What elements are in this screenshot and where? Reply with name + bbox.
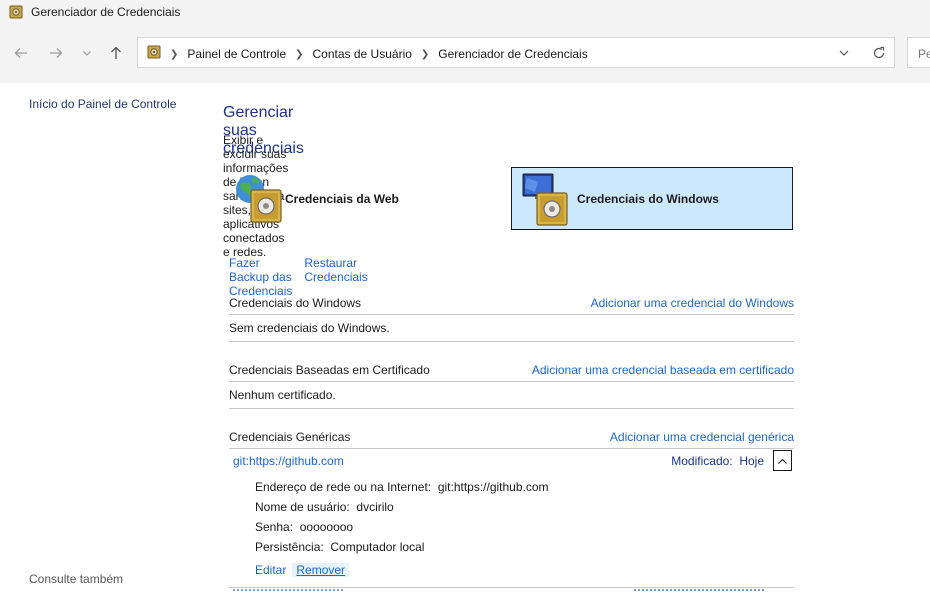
chevron-down-icon [839, 50, 849, 56]
breadcrumb: ❯ Painel de Controle ❯ Contas de Usuário… [170, 47, 588, 61]
remove-link[interactable]: Remover [292, 563, 350, 577]
left-pane: Início do Painel de Controle Consulte ta… [0, 83, 200, 595]
add-generic-credential-link[interactable]: Adicionar uma credencial genérica [610, 430, 794, 444]
windows-credentials-button[interactable]: Credenciais do Windows [511, 167, 793, 230]
title-bar: Gerenciador de Credenciais [0, 0, 930, 24]
add-windows-credential-link[interactable]: Adicionar uma credencial do Windows [591, 296, 794, 310]
refresh-icon [873, 46, 885, 59]
breadcrumb-item[interactable]: Painel de Controle [187, 47, 286, 61]
section-body: Sem credenciais do Windows. [229, 315, 794, 342]
breadcrumb-separator-icon[interactable]: ❯ [295, 49, 303, 60]
control-panel-icon [147, 45, 161, 62]
control-panel-home-link[interactable]: Início do Painel de Controle [29, 97, 176, 111]
entry-actions: Editar Remover [255, 563, 350, 577]
search-placeholder: Pe [918, 47, 930, 61]
section-title: Credenciais do Windows [229, 296, 362, 310]
detail-value: Computador local [330, 540, 425, 554]
back-button[interactable] [11, 44, 31, 62]
chevron-down-icon [83, 51, 91, 56]
partial-text [233, 589, 343, 593]
up-button[interactable] [106, 44, 126, 62]
detail-row-persistence: Persistência: Computador local [255, 540, 424, 554]
detail-value: git:https://github.com [437, 480, 549, 494]
recent-locations-button[interactable] [77, 44, 97, 62]
section-header: Credenciais do Windows Adicionar uma cre… [229, 294, 794, 315]
section-body: Nenhum certificado. [229, 382, 794, 409]
breadcrumb-item[interactable]: Gerenciador de Credenciais [438, 47, 587, 61]
breadcrumb-item[interactable]: Contas de Usuário [313, 47, 412, 61]
detail-label: Endereço de rede ou na Internet: [255, 480, 432, 494]
credential-manager-icon [9, 5, 23, 22]
empty-message: Sem credenciais do Windows. [229, 321, 390, 335]
detail-label: Senha: [255, 520, 294, 534]
chevron-up-icon [778, 458, 787, 464]
windows-credentials-section: Credenciais do Windows Adicionar uma cre… [229, 294, 794, 342]
window-title: Gerenciador de Credenciais [31, 5, 181, 19]
collapse-button[interactable] [773, 450, 792, 471]
address-bar[interactable]: ❯ Painel de Controle ❯ Contas de Usuário… [137, 37, 895, 68]
arrow-left-icon [14, 48, 27, 58]
windows-credentials-icon [522, 173, 568, 226]
section-title: Credenciais Baseadas em Certificado [229, 363, 430, 377]
web-credentials-button[interactable]: Credenciais da Web [231, 167, 511, 230]
detail-value: dvcirilo [356, 500, 394, 514]
address-history-button[interactable] [838, 47, 850, 61]
modified-label: Modificado: [671, 454, 733, 468]
forward-button[interactable] [46, 44, 66, 62]
generic-credentials-section: Credenciais Genéricas Adicionar uma cred… [229, 428, 794, 449]
windows-credentials-label: Credenciais do Windows [577, 191, 719, 206]
detail-row-address: Endereço de rede ou na Internet: git:htt… [255, 480, 549, 494]
empty-message: Nenhum certificado. [229, 388, 336, 402]
edit-link[interactable]: Editar [255, 563, 286, 577]
modified-value: Hoje [739, 454, 764, 468]
breadcrumb-separator-icon[interactable]: ❯ [170, 49, 178, 60]
add-certificate-credential-link[interactable]: Adicionar uma credencial baseada em cert… [532, 363, 794, 377]
section-header: Credenciais Baseadas em Certificado Adic… [229, 361, 794, 382]
backup-restore-links: Fazer Backup das Credenciais Restaurar C… [229, 256, 368, 298]
search-input[interactable]: Pe [907, 37, 930, 68]
backup-credentials-link[interactable]: Fazer Backup das Credenciais [229, 256, 292, 298]
arrow-up-icon [111, 46, 121, 59]
certificate-credentials-section: Credenciais Baseadas em Certificado Adic… [229, 361, 794, 409]
section-title: Credenciais Genéricas [229, 430, 351, 444]
refresh-button[interactable] [872, 46, 886, 63]
section-header: Credenciais Genéricas Adicionar uma cred… [229, 428, 794, 449]
partial-text [634, 589, 764, 593]
see-also-heading: Consulte também [29, 572, 124, 586]
arrow-right-icon [50, 48, 63, 58]
web-credentials-label: Credenciais da Web [285, 191, 399, 206]
web-credentials-icon [236, 174, 282, 223]
detail-label: Nome de usuário: [255, 500, 350, 514]
credential-entry: git:https://github.com Modificado: Hoje … [229, 449, 794, 588]
next-credential-row-partial[interactable] [229, 589, 794, 595]
restore-credentials-link[interactable]: Restaurar Credenciais [304, 256, 367, 298]
detail-value: oooooooo [299, 520, 354, 534]
navigation-bar: ❯ Painel de Controle ❯ Contas de Usuário… [0, 24, 930, 83]
detail-label: Persistência: [255, 540, 324, 554]
detail-row-username: Nome de usuário: dvcirilo [255, 500, 394, 514]
credential-name[interactable]: git:https://github.com [233, 454, 344, 468]
modified-info: Modificado: Hoje [671, 454, 764, 468]
detail-row-password: Senha: oooooooo [255, 520, 353, 534]
breadcrumb-separator-icon[interactable]: ❯ [421, 49, 429, 60]
